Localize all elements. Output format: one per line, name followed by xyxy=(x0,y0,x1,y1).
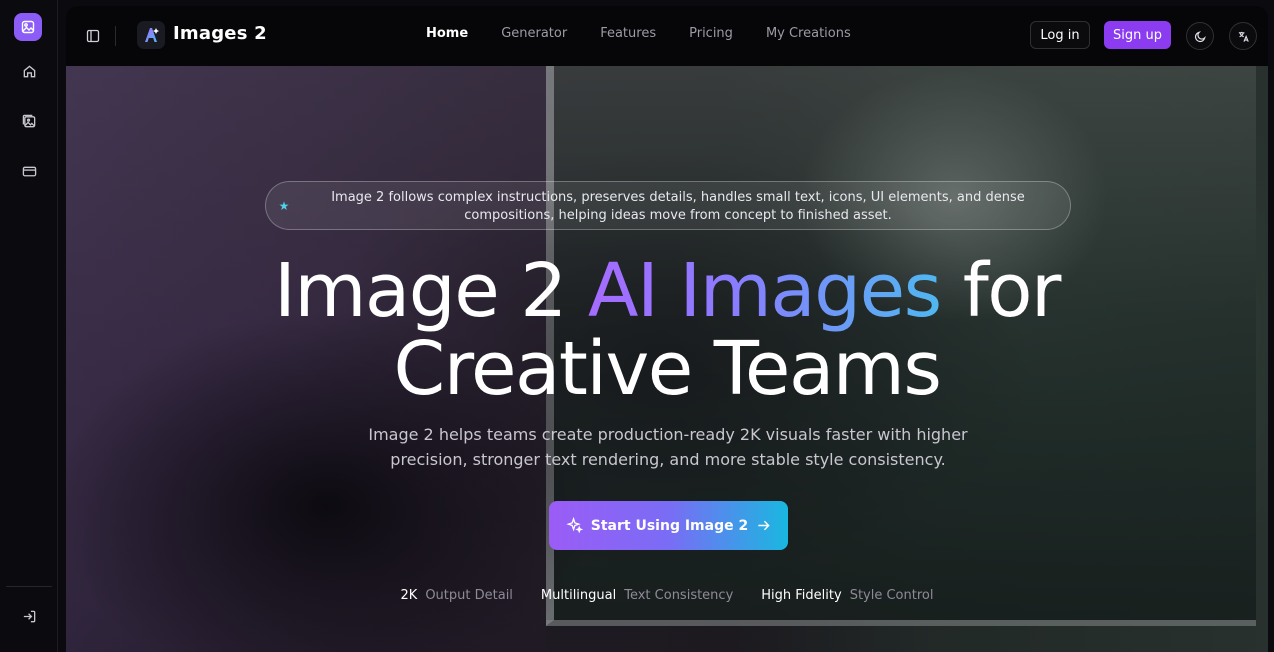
language-icon[interactable] xyxy=(1229,22,1257,50)
nav-my-creations[interactable]: My Creations xyxy=(766,26,851,41)
login-icon[interactable] xyxy=(14,601,44,631)
announcement-badge: ★ Image 2 follows complex instructions, … xyxy=(265,181,1071,230)
badge-text: Image 2 follows complex instructions, pr… xyxy=(331,190,1025,223)
sidebar-toggle-icon[interactable] xyxy=(82,25,104,47)
theme-toggle-moon-icon[interactable] xyxy=(1186,22,1214,50)
title-part2: for xyxy=(940,248,1062,334)
title-part1: Image 2 xyxy=(274,248,588,334)
login-button[interactable]: Log in xyxy=(1030,21,1090,49)
billing-card-icon[interactable] xyxy=(14,156,44,186)
stat-item: High Fidelity Style Control xyxy=(761,588,934,603)
nav-generator[interactable]: Generator xyxy=(501,26,567,41)
cta-label: Start Using Image 2 xyxy=(590,517,749,534)
signup-button[interactable]: Sign up xyxy=(1104,21,1171,49)
hero-stats: 2K Output Detail Multilingual Text Consist… xyxy=(66,588,1268,603)
nav-features[interactable]: Features xyxy=(600,26,656,41)
main-nav: Home Generator Features Pricing My Creat… xyxy=(426,26,884,41)
header-divider xyxy=(115,26,116,46)
hero-section: ★ Image 2 follows complex instructions, … xyxy=(66,66,1268,652)
sparkles-icon xyxy=(566,517,583,534)
top-header: Images 2 Home Generator Features Pricing… xyxy=(66,6,1268,66)
home-icon[interactable] xyxy=(14,56,44,86)
nav-pricing[interactable]: Pricing xyxy=(689,26,733,41)
arrow-right-icon xyxy=(758,520,770,531)
brand-logo-icon[interactable] xyxy=(137,21,165,49)
rail-divider xyxy=(6,586,52,587)
stat-item: Multilingual Text Consistency xyxy=(540,588,734,603)
start-using-button[interactable]: Start Using Image 2 xyxy=(549,501,788,550)
stat-item: 2K Output Detail xyxy=(400,588,513,603)
nav-home[interactable]: Home xyxy=(426,26,468,41)
sparkle-star-icon: ★ xyxy=(278,199,290,213)
main-frame: Images 2 Home Generator Features Pricing… xyxy=(66,6,1268,652)
hero-subtitle: Image 2 helps teams create production-re… xyxy=(368,425,968,469)
hero-title-line1: Image 2 AI Images for xyxy=(66,252,1268,330)
title-highlight: AI Images xyxy=(587,248,942,334)
brand-name[interactable]: Images 2 xyxy=(173,23,267,44)
hero-title-line2: Creative Teams xyxy=(393,326,942,412)
image-app-icon[interactable] xyxy=(14,13,42,41)
gallery-icon[interactable] xyxy=(14,106,44,136)
sidebar-rail xyxy=(0,0,58,652)
